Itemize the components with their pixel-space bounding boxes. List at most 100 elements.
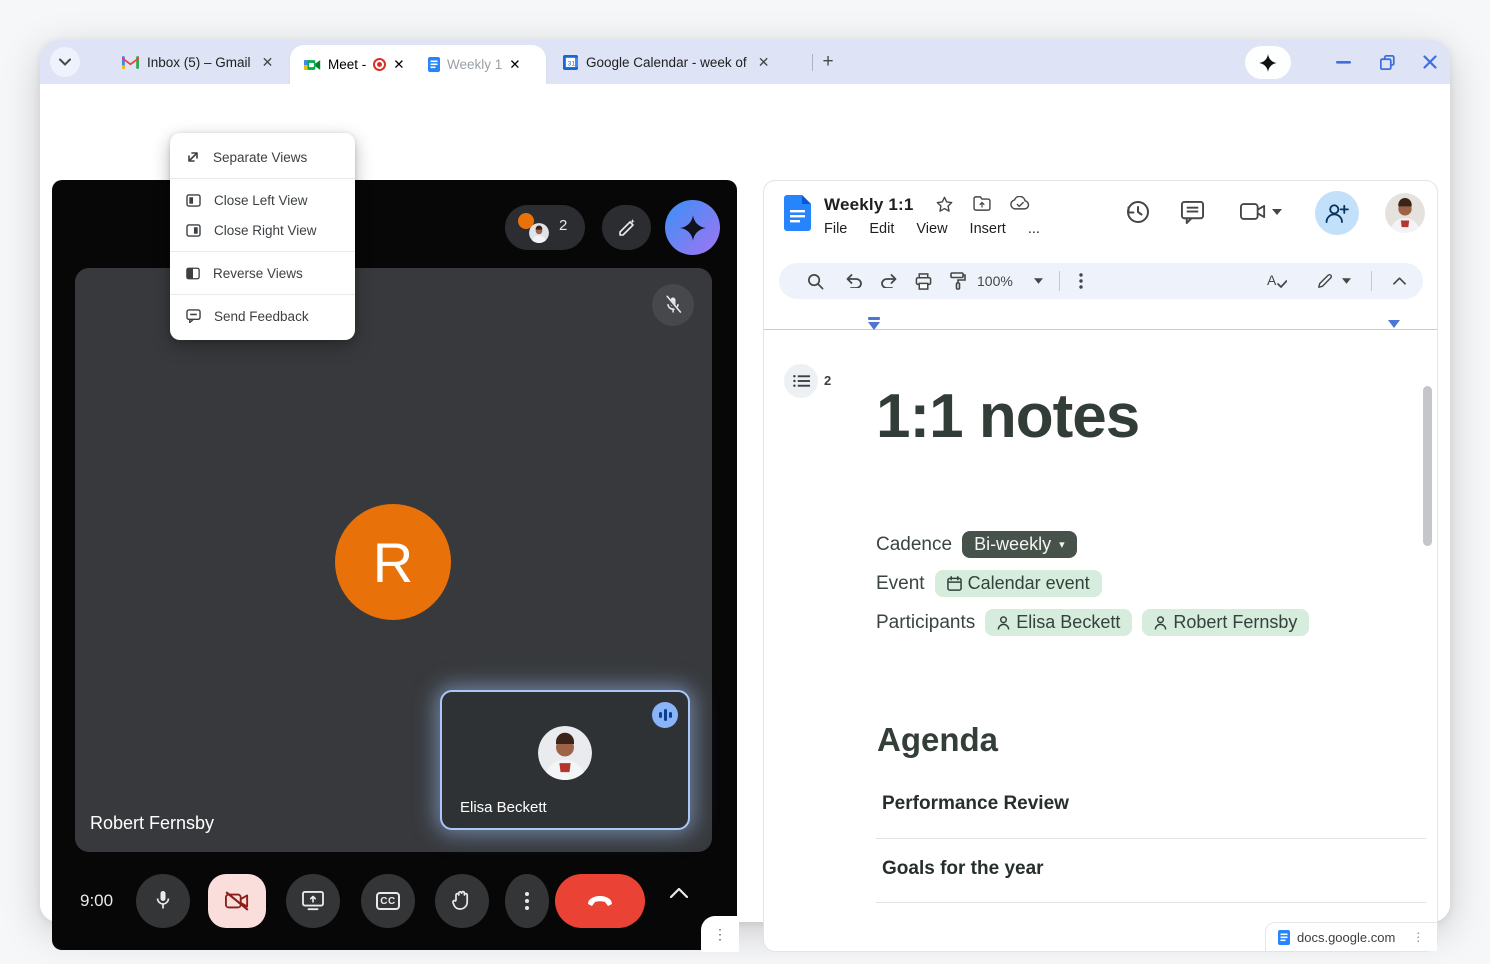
participant-value: Elisa Beckett	[1016, 612, 1120, 633]
close-tab-icon[interactable]: ✕	[259, 53, 277, 71]
editing-mode-chevron-icon[interactable]	[1342, 263, 1351, 299]
menu-item-send-feedback[interactable]: Send Feedback	[170, 301, 355, 331]
camera-off-button[interactable]	[208, 874, 266, 928]
close-right-view-icon	[186, 224, 201, 237]
redo-button[interactable]	[880, 263, 898, 299]
editing-mode-pen-icon[interactable]	[1317, 263, 1333, 299]
menu-item-label: Close Left View	[214, 193, 308, 208]
toolbar-overflow-button[interactable]	[1079, 263, 1083, 299]
spelling-check-button[interactable]: A	[1267, 263, 1287, 299]
docs-pane-footer-tab[interactable]: docs.google.com ⋮	[1265, 922, 1437, 951]
menu-item-label: Separate Views	[213, 150, 307, 165]
search-menus-button[interactable]	[807, 263, 824, 299]
comments-button[interactable]	[1180, 200, 1205, 224]
menu-edit[interactable]: Edit	[869, 221, 894, 237]
star-document-icon[interactable]	[936, 196, 953, 213]
docs-profile-avatar[interactable]	[1385, 193, 1425, 233]
cadence-dropdown-chip[interactable]: Bi-weekly ▾	[962, 531, 1077, 558]
version-history-button[interactable]	[1124, 199, 1150, 225]
ruler	[764, 329, 1437, 330]
docs-icon	[428, 57, 440, 72]
indent-marker-right[interactable]	[1388, 320, 1400, 328]
scrollbar-thumb[interactable]	[1423, 386, 1432, 546]
menu-more[interactable]: ...	[1028, 221, 1040, 237]
zoom-level-dropdown[interactable]: 100%	[977, 263, 1013, 299]
mic-button[interactable]	[136, 874, 190, 928]
minimize-button[interactable]	[1330, 50, 1356, 74]
share-button[interactable]	[1315, 191, 1359, 235]
participant-mini-avatar	[529, 223, 549, 243]
captions-button[interactable]: CC	[361, 874, 415, 928]
move-folder-icon[interactable]	[973, 196, 991, 211]
phone-down-icon	[586, 895, 614, 907]
self-avatar	[538, 726, 592, 780]
agenda-heading[interactable]: Agenda	[877, 721, 998, 759]
menu-item-label: Reverse Views	[213, 266, 303, 281]
close-tab-icon[interactable]: ✕	[509, 57, 520, 73]
doc-heading[interactable]: 1:1 notes	[876, 381, 1139, 452]
raise-hand-button[interactable]	[435, 874, 489, 928]
pen-sparkle-icon	[617, 218, 637, 238]
chevron-down-icon	[59, 58, 71, 66]
self-video-tile[interactable]: Elisa Beckett	[440, 690, 690, 830]
participant-chip[interactable]: Robert Fernsby	[1142, 609, 1309, 636]
hide-menus-button[interactable]	[1393, 263, 1406, 299]
audio-activity-icon	[652, 702, 678, 728]
menu-insert[interactable]: Insert	[970, 221, 1006, 237]
paint-format-button[interactable]	[950, 263, 966, 299]
close-tab-icon[interactable]: ✕	[393, 57, 404, 73]
undo-button[interactable]	[845, 263, 863, 299]
tab-search-button[interactable]	[50, 47, 80, 77]
close-tab-icon[interactable]: ✕	[755, 53, 773, 71]
menu-view[interactable]: View	[916, 221, 947, 237]
chevron-down-icon[interactable]	[1272, 209, 1282, 215]
collapse-controls-button[interactable]	[670, 888, 688, 898]
gemini-meeting-button[interactable]	[665, 200, 720, 255]
participants-row: Participants Elisa Beckett Robert Fernsb…	[876, 609, 1309, 636]
menu-item-close-left-view[interactable]: Close Left View	[170, 185, 355, 215]
split-view-tab-group: Meet - ✕ Weekly 1 ✕	[290, 45, 546, 84]
restore-window-button[interactable]	[1374, 50, 1400, 74]
gemini-star-icon	[680, 215, 706, 241]
participants-count-button[interactable]: 2	[505, 205, 585, 250]
tab-calendar[interactable]: 31 Google Calendar - week of ✕	[563, 40, 808, 84]
participant-chip[interactable]: Elisa Beckett	[985, 609, 1132, 636]
more-options-button[interactable]	[505, 874, 549, 928]
menu-item-close-right-view[interactable]: Close Right View	[170, 215, 355, 245]
meet-in-doc-button[interactable]	[1240, 202, 1266, 221]
print-button[interactable]	[915, 263, 932, 299]
calendar-event-chip[interactable]: Calendar event	[935, 570, 1102, 597]
end-call-button[interactable]	[555, 874, 645, 928]
self-name: Elisa Beckett	[460, 799, 547, 816]
outline-button[interactable]	[784, 364, 818, 398]
tab-divider	[812, 54, 813, 71]
docs-icon	[1278, 930, 1290, 945]
new-tab-button[interactable]: +	[816, 50, 840, 74]
zoom-chevron-icon[interactable]	[1034, 263, 1043, 299]
present-screen-button[interactable]	[286, 874, 340, 928]
menu-item-separate-views[interactable]: Separate Views	[170, 142, 355, 172]
divider	[876, 902, 1426, 903]
chevron-down-icon: ▾	[1059, 538, 1065, 551]
document-title[interactable]: Weekly 1:1	[824, 195, 914, 215]
gemini-star-icon	[1259, 54, 1277, 72]
menu-item-reverse-views[interactable]: Reverse Views	[170, 258, 355, 288]
split-divider-menu-handle[interactable]: ⋮	[701, 916, 739, 952]
gemini-notes-button[interactable]	[602, 205, 651, 250]
menu-file[interactable]: File	[824, 221, 847, 237]
docs-toolbar: 100% A	[779, 263, 1423, 299]
divider	[876, 838, 1426, 839]
toolbar-divider	[1371, 263, 1372, 299]
agenda-item[interactable]: Performance Review	[882, 793, 1069, 815]
footer-menu-icon[interactable]: ⋮	[1412, 930, 1424, 944]
indent-marker-left[interactable]	[868, 317, 880, 330]
gmail-icon	[122, 56, 139, 69]
tab-docs[interactable]: Weekly 1 ✕	[428, 45, 521, 84]
agenda-item[interactable]: Goals for the year	[882, 858, 1044, 880]
close-window-button[interactable]	[1417, 50, 1443, 74]
meeting-clock: 9:00	[80, 891, 113, 911]
gemini-browser-button[interactable]	[1245, 46, 1291, 79]
split-view-dropdown-menu: Separate Views Close Left View Close Rig…	[170, 133, 355, 340]
cloud-saved-icon[interactable]	[1010, 196, 1030, 210]
tab-meet[interactable]: Meet - ✕	[304, 45, 405, 84]
